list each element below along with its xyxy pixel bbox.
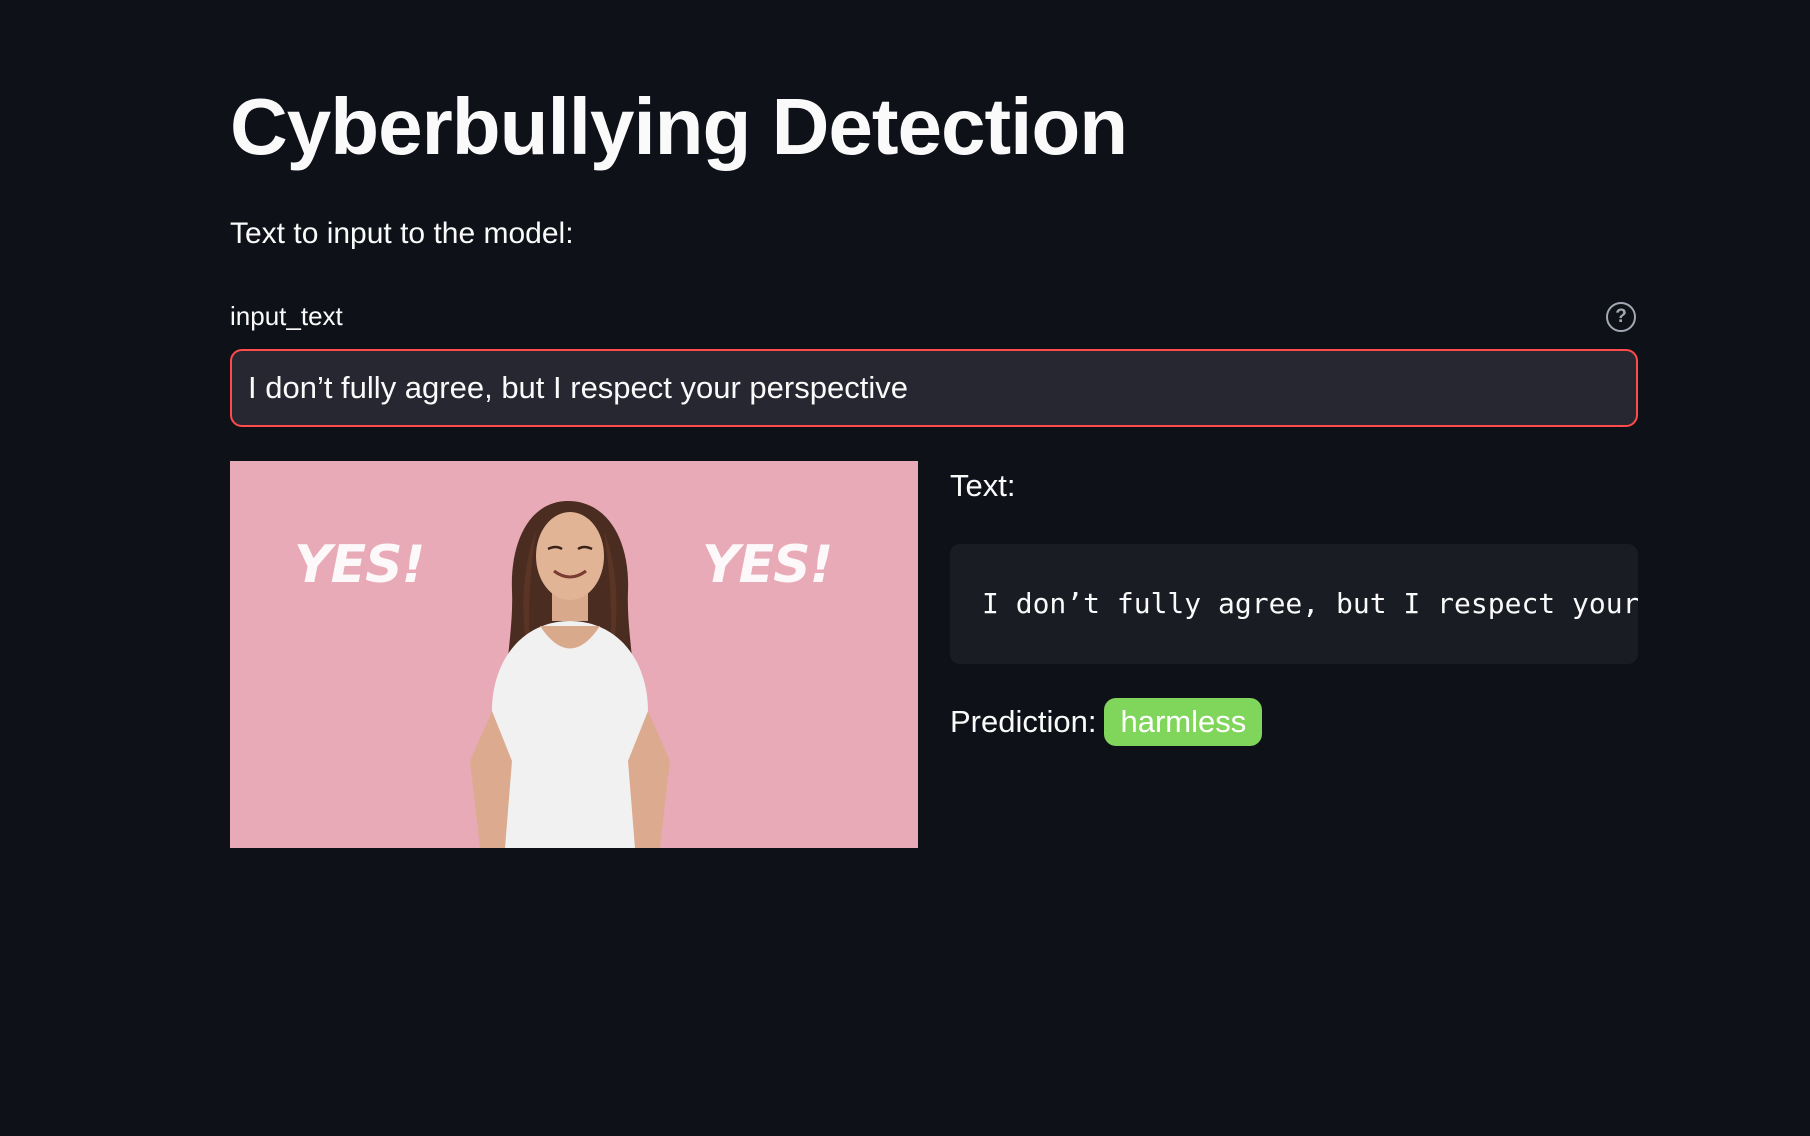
reaction-gif: YES! YES! (230, 461, 918, 848)
prediction-badge: harmless (1104, 698, 1263, 746)
intro-text: Text to input to the model: (230, 217, 574, 250)
text-input[interactable] (230, 349, 1638, 427)
code-text: I don’t fully agree, but I respect your … (982, 587, 1638, 620)
page-title: Cyberbullying Detection (230, 82, 1128, 171)
gif-caption-right: YES! (702, 535, 833, 595)
prediction-label: Prediction: (950, 704, 1097, 739)
input-label: input_text (230, 301, 343, 331)
text-label: Text: (950, 468, 1016, 503)
help-icon[interactable]: ? (1606, 302, 1636, 332)
prediction-row: Prediction: harmless (950, 698, 1263, 746)
gif-caption-left: YES! (294, 535, 425, 595)
code-block: I don’t fully agree, but I respect your … (950, 544, 1638, 664)
